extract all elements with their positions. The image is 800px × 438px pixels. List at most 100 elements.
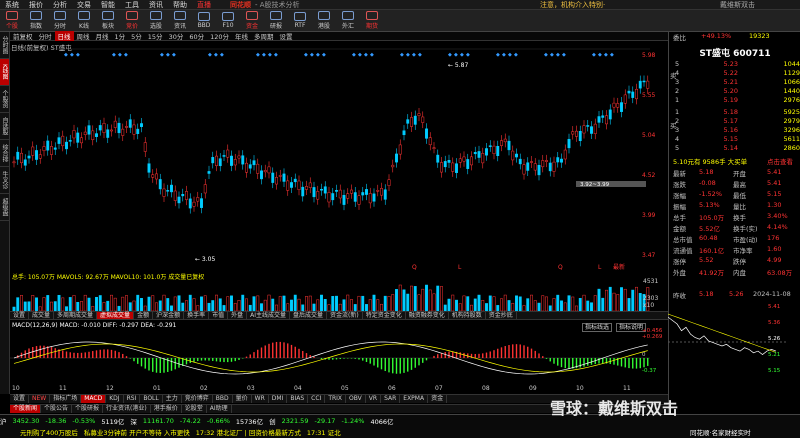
volume-tab[interactable]: 市值 [209, 312, 229, 319]
period-tab[interactable]: 年线 [232, 31, 251, 41]
indicator-tab[interactable]: SAR [381, 395, 401, 403]
toolbar-button-4[interactable]: 板块 [97, 11, 119, 31]
volume-tab[interactable]: 特定资金变化 [363, 312, 406, 319]
toolbar-button-3[interactable]: K线 [73, 11, 95, 31]
volume-tab[interactable]: 成交量 [29, 312, 55, 319]
period-tab[interactable]: 60分 [186, 31, 207, 41]
menu-item[interactable]: 帮助 [168, 0, 192, 10]
live-menu[interactable]: 直播 [192, 0, 216, 10]
period-tab[interactable]: 月线 [93, 31, 112, 41]
indicator-tab[interactable]: 指标广场 [50, 395, 82, 403]
toolbar-button-8[interactable]: BBD [193, 11, 215, 31]
volume-tab[interactable]: 资金抄底 [486, 312, 517, 319]
indicator-tab[interactable]: 资金 [428, 395, 448, 403]
toolbar-button-5[interactable]: 竞价 [121, 11, 143, 31]
period-tab[interactable]: 分时 [36, 31, 55, 41]
toolbar-button-11[interactable]: 研报 [265, 11, 287, 31]
indicator-tab[interactable]: OBV [346, 395, 366, 403]
indicator-tab[interactable]: BIAS [287, 395, 309, 403]
news-tab[interactable]: 个股新闻 [10, 405, 42, 413]
toolbar-button-9[interactable]: F10 [217, 11, 239, 31]
news-item[interactable]: 元刑购了400万股后 [20, 427, 78, 437]
menu-item[interactable]: 分析 [48, 0, 72, 10]
news-item[interactable]: 私募业3分钟前 开户不等待 入市更快 [84, 427, 190, 437]
side-tab[interactable]: 综合排名 [0, 140, 9, 167]
toolbar-button-12[interactable]: RTF [289, 11, 311, 31]
account-name[interactable]: 戴维斯双击 [720, 0, 755, 10]
notice-text[interactable]: 注意，机构介入特别· [540, 0, 605, 10]
side-tab[interactable]: 牛叉诊股 [0, 167, 9, 194]
macd-chart[interactable] [10, 330, 660, 382]
toolbar-button-14[interactable]: 外汇 [337, 11, 359, 31]
toolbar-button-6[interactable]: 选股 [145, 11, 167, 31]
indicator-tab[interactable]: BBD [213, 395, 233, 403]
period-tab[interactable]: 1分 [112, 31, 129, 41]
volume-tab[interactable]: 资金流(新) [327, 312, 363, 319]
indicator-tab[interactable]: BOLL [140, 395, 163, 403]
menu-item[interactable]: 报价 [24, 0, 48, 10]
intraday-chart[interactable]: 5.41 5.36 5.26 5.21 5.15 [668, 302, 786, 382]
toolbar-button-10[interactable]: 资金 [241, 11, 263, 31]
volume-tab[interactable]: AI主线成交量 [247, 312, 291, 319]
volume-tab[interactable]: 盘后成交量 [290, 312, 328, 319]
menu-item[interactable]: 智能 [96, 0, 120, 10]
volume-tab[interactable]: 沪深金额 [153, 312, 185, 319]
volume-chart[interactable] [10, 278, 660, 311]
indicator-tab[interactable]: RSI [124, 395, 141, 403]
period-tab[interactable]: 15分 [145, 31, 166, 41]
news-tab[interactable]: 个股公告 [41, 405, 73, 413]
news-tab[interactable]: 个股研报 [72, 405, 104, 413]
news-tab[interactable]: AI助理 [207, 405, 232, 413]
volume-tab[interactable]: 多周期成交量 [54, 312, 98, 319]
news-item[interactable]: 17:31 证北 [307, 427, 341, 437]
indicator-tab[interactable]: 主力 [163, 395, 182, 403]
indicator-tab[interactable]: TRIX [325, 395, 347, 403]
volume-tab[interactable]: 设置 [10, 312, 30, 319]
volume-tab[interactable]: 金额 [134, 312, 154, 319]
toolbar-button-1[interactable]: 指数 [25, 11, 47, 31]
news-item[interactable]: 17:32 港北证厂 | 回资价格最新方式 [196, 427, 301, 437]
side-tab[interactable]: 自选股 [0, 113, 9, 140]
news-tab[interactable]: 论股堂 [182, 405, 207, 413]
period-tab[interactable]: 前复权 [10, 31, 36, 41]
indicator-tab[interactable]: MACD [81, 395, 107, 403]
volume-tab[interactable]: 虚拟成交量 [97, 312, 135, 319]
news-tab[interactable]: 港手报价 [151, 405, 182, 413]
news-tab[interactable]: 行业资讯(港业) [103, 405, 151, 413]
period-tab[interactable]: 多周期 [251, 31, 277, 41]
side-tab[interactable]: 超级盘口 [0, 194, 9, 221]
indicator-tab[interactable]: KDJ [106, 395, 124, 403]
news-ticker-row[interactable]: 元刑购了400万股后 私募业3分钟前 开户不等待 入市更快 17:32 港北证厂 |… [20, 427, 347, 437]
indicator-tab[interactable]: VR [366, 395, 382, 403]
indicator-tab[interactable]: NEW [29, 395, 51, 403]
indicator-tab[interactable]: EXPMA [400, 395, 429, 403]
menu-item[interactable]: 交易 [72, 0, 96, 10]
toolbar-button-13[interactable]: 港股 [313, 11, 335, 31]
menu-item[interactable]: 资讯 [144, 0, 168, 10]
toolbar-button-15[interactable]: 期货 [361, 11, 383, 31]
indicator-tab[interactable]: 量价 [233, 395, 252, 403]
period-tab[interactable]: 120分 [207, 31, 232, 41]
volume-tab[interactable]: 外盘 [228, 312, 248, 319]
period-tab[interactable]: 5分 [128, 31, 145, 41]
big-order-summary[interactable]: 5.10元有 9586手 大买单 点击查看 [671, 156, 799, 166]
indicator-tab[interactable]: CCI [308, 395, 326, 403]
period-tab[interactable]: 周线 [74, 31, 93, 41]
side-tab[interactable]: 个股资料 [0, 86, 9, 113]
menu-item[interactable]: 系统 [0, 0, 24, 10]
toolbar-button-0[interactable]: 个股 [1, 11, 23, 31]
period-tab[interactable]: 设置 [277, 31, 296, 41]
period-tab[interactable]: 日线 [54, 31, 74, 41]
kline-chart[interactable]: ◆ ◆ ◆ ◆ ◆ ◆ ◆ ◆ ◆ ◆ ◆ ◆ ◆ ◆ ◆ ◆ ◆ ◆ ◆ ◆ ◆ ◆ ◆ ◆ ◆ ◆ ◆ ◆ ◆ ◆ ◆ ◆ ◆ ◆ ◆ ◆ ◆ ◆ ◆ ◆… [10, 47, 660, 272]
side-tab[interactable]: K线图 [0, 59, 9, 86]
indicator-tab[interactable]: DMI [269, 395, 288, 403]
indicator-tab[interactable]: WR [252, 395, 269, 403]
indicator-tab[interactable]: 竞价博弈 [182, 395, 213, 403]
indicator-tab[interactable]: 设置 [10, 395, 30, 403]
volume-tab[interactable]: 融资融券变化 [406, 312, 449, 319]
menu-item[interactable]: 工具 [120, 0, 144, 10]
volume-tab[interactable]: 机构持股数 [449, 312, 486, 319]
toolbar-button-7[interactable]: 资讯 [169, 11, 191, 31]
volume-tab[interactable]: 换手率 [184, 312, 210, 319]
period-tab[interactable]: 30分 [166, 31, 187, 41]
